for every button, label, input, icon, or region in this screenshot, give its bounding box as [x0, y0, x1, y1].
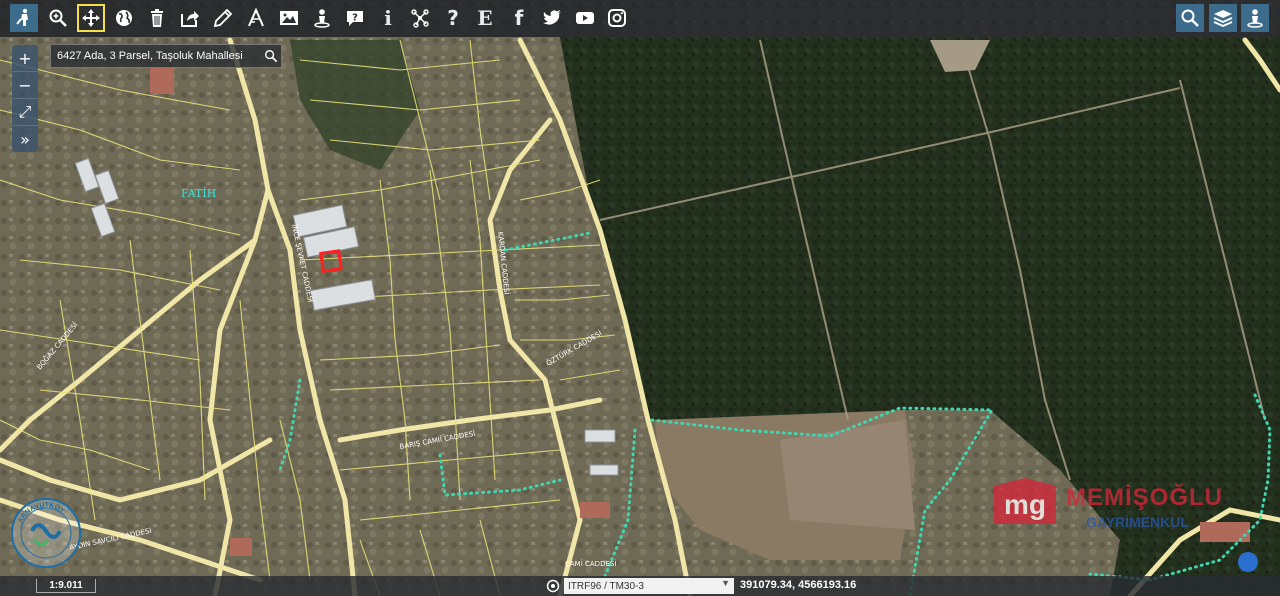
svg-text:?: ?	[352, 13, 358, 24]
info-icon[interactable]: i	[374, 4, 402, 32]
brand-name: MEMİŞOĞLU	[1066, 484, 1223, 511]
search-icon[interactable]	[261, 46, 281, 66]
facebook-icon[interactable]: f	[505, 4, 533, 32]
projection-control: ITRF96 / TM30-3 ▼	[546, 578, 734, 594]
map-controls: + − ⤢ »	[12, 45, 38, 152]
status-bar: 1:9.011 ITRF96 / TM30-3 ▼ 391079.34, 456…	[0, 576, 1280, 596]
street-view-icon[interactable]	[10, 4, 38, 32]
comment-question-icon[interactable]: ?	[341, 4, 369, 32]
pin-user-icon[interactable]	[308, 4, 336, 32]
projection-value: ITRF96 / TM30-3	[568, 580, 644, 592]
brand-mark-icon: mg	[994, 478, 1056, 524]
expand-panel-button[interactable]: »	[12, 126, 38, 152]
network-icon[interactable]	[406, 4, 434, 32]
brand-subtitle: GAYRİMENKUL	[1086, 514, 1189, 530]
image-icon[interactable]	[275, 4, 303, 32]
watermark: mg MEMİŞOĞLU GAYRİMENKUL	[994, 478, 1244, 538]
road-label-7: CAMİ CADDESİ	[565, 559, 616, 568]
top-toolbar: ? i ? E f	[0, 0, 1280, 37]
instagram-icon[interactable]	[603, 4, 631, 32]
search-input[interactable]	[51, 46, 261, 66]
search-bar	[50, 44, 282, 68]
projection-select[interactable]: ITRF96 / TM30-3 ▼	[564, 578, 734, 594]
target-icon[interactable]	[546, 579, 560, 593]
zoom-in-tool-icon[interactable]	[44, 4, 72, 32]
measure-icon[interactable]	[242, 4, 270, 32]
pencil-icon[interactable]	[209, 4, 237, 32]
zoom-out-button[interactable]: −	[12, 72, 38, 99]
trash-icon[interactable]	[143, 4, 171, 32]
search-tool-icon[interactable]	[1176, 4, 1204, 32]
brand-mark-text: mg	[1004, 489, 1046, 520]
coordinates-readout: 391079.34, 4566193.16	[740, 579, 857, 591]
pan-move-icon[interactable]	[77, 4, 105, 32]
share-icon[interactable]	[176, 4, 204, 32]
neighborhood-label: FATİH	[181, 187, 217, 200]
zoom-in-button[interactable]: +	[12, 45, 38, 72]
youtube-icon[interactable]	[571, 4, 599, 32]
twitter-icon[interactable]	[538, 4, 566, 32]
fullscreen-button[interactable]: ⤢	[12, 99, 38, 126]
chevron-down-icon: ▼	[721, 578, 730, 588]
layers-icon[interactable]	[1209, 4, 1237, 32]
globe-icon[interactable]	[110, 4, 138, 32]
municipality-logo: ARNAVUTKÖY	[11, 498, 81, 568]
location-user-icon[interactable]	[1241, 4, 1269, 32]
scale-indicator: 1:9.011	[36, 579, 96, 593]
globe-marker-icon[interactable]	[1238, 552, 1258, 572]
help-icon[interactable]: ?	[439, 4, 467, 32]
e-icon[interactable]: E	[471, 4, 499, 32]
